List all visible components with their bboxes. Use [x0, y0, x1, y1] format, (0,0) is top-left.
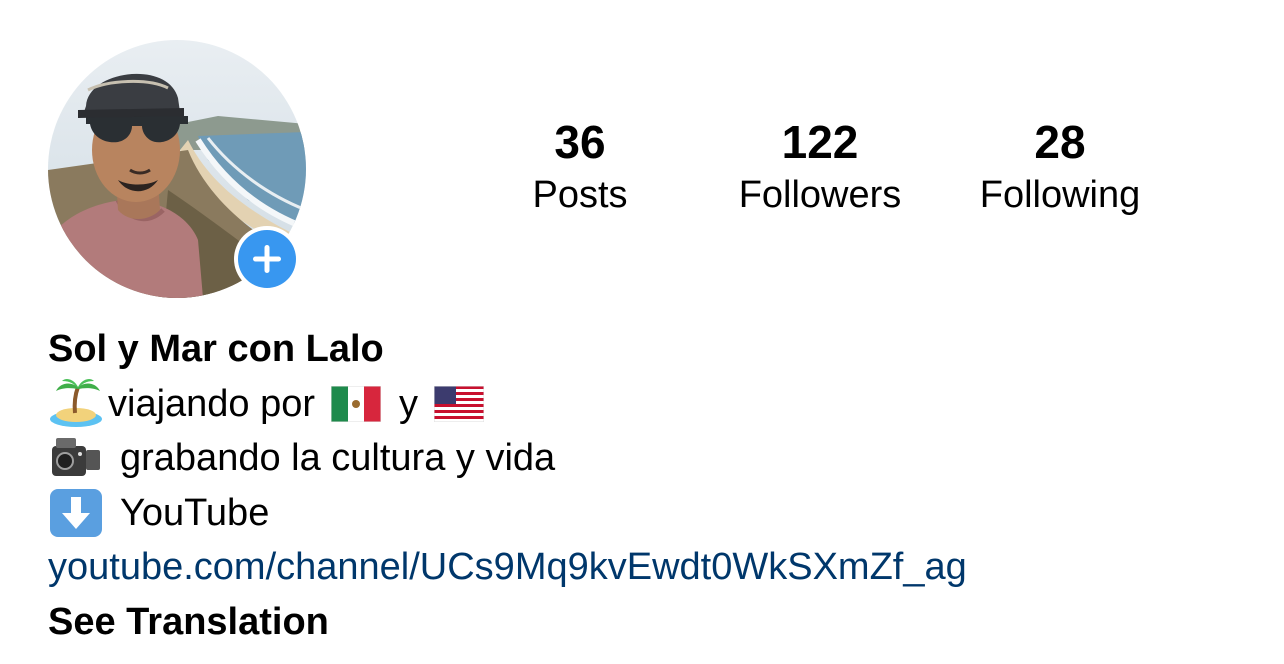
followers-count: 122: [781, 116, 859, 168]
following-stat[interactable]: 28 Following: [940, 114, 1180, 220]
add-story-circle: [238, 230, 296, 288]
add-story-button[interactable]: [234, 226, 300, 292]
posts-label: Posts: [532, 174, 628, 216]
bio-recording-text: grabando la cultura y vida: [120, 437, 556, 479]
posts-count: 36: [554, 116, 606, 168]
video-camera-icon: [48, 434, 104, 482]
mexico-flag-icon: [331, 385, 382, 422]
avatar-container: [48, 40, 306, 298]
island-icon: [48, 378, 104, 429]
bio-youtube-text: YouTube: [120, 491, 270, 534]
followers-stat[interactable]: 122 Followers: [700, 114, 940, 220]
following-count: 28: [1034, 116, 1086, 168]
profile-header: 36 Posts 122 Followers 28 Following Sol …: [0, 0, 1284, 664]
see-translation-button[interactable]: See Translation: [48, 595, 1248, 650]
posts-stat[interactable]: 36 Posts: [460, 114, 700, 220]
bio-line-youtube: YouTube: [48, 486, 1248, 541]
down-arrow-icon: [48, 487, 104, 539]
bio-line-travel: viajando por y: [48, 377, 1248, 432]
bio-link[interactable]: youtube.com/channel/UCs9Mq9kvEwdt0WkSXmZ…: [48, 540, 1248, 595]
plus-icon: [253, 245, 281, 273]
profile-stats: 36 Posts 122 Followers 28 Following: [460, 114, 1220, 224]
following-label: Following: [979, 174, 1141, 216]
profile-bio: Sol y Mar con Lalo viajando por y graban…: [48, 322, 1248, 649]
followers-label: Followers: [738, 174, 902, 216]
bio-travel-text-a: viajando por: [108, 382, 316, 425]
bio-line-recording: grabando la cultura y vida: [48, 431, 1248, 486]
bio-travel-text-b: y: [399, 382, 419, 425]
usa-flag-icon: [434, 385, 485, 422]
profile-name: Sol y Mar con Lalo: [48, 328, 384, 370]
